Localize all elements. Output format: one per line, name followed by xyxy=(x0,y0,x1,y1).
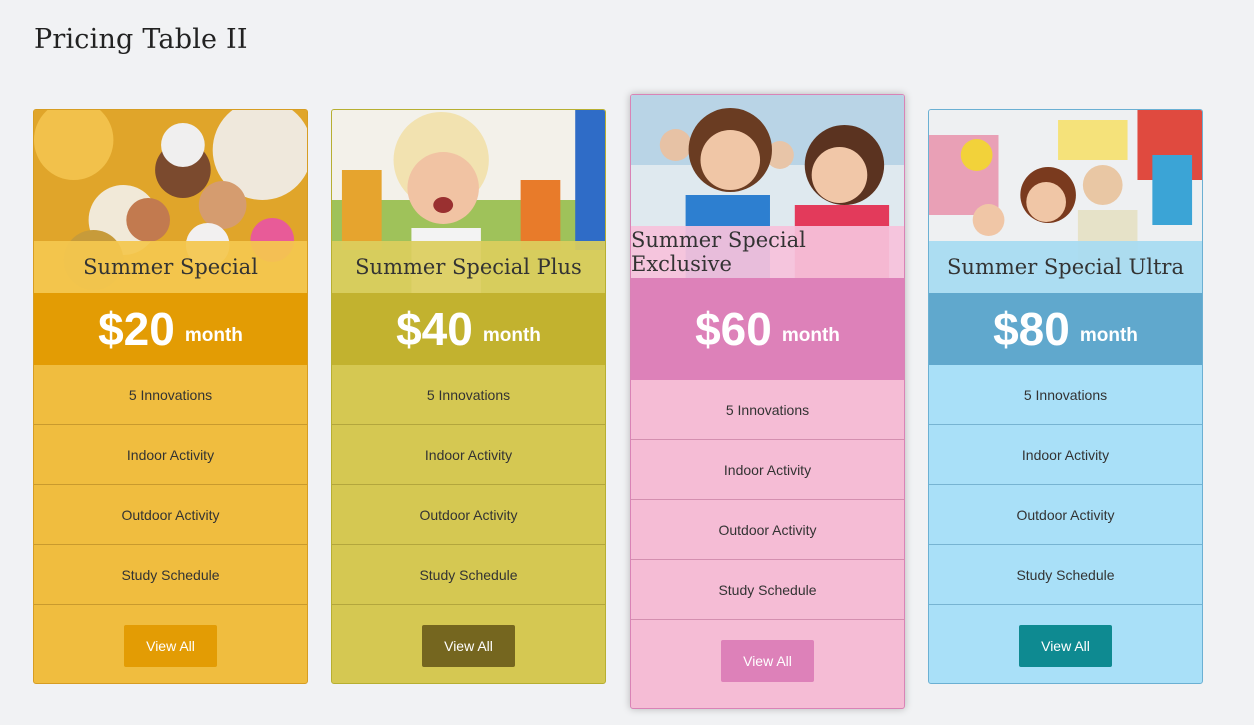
plan-name: Summer Special Plus xyxy=(332,241,605,293)
feature-item: Indoor Activity xyxy=(929,424,1202,484)
card-footer: View All xyxy=(929,604,1202,683)
feature-list: 5 Innovations Indoor Activity Outdoor Ac… xyxy=(929,365,1202,604)
feature-item: Indoor Activity xyxy=(332,424,605,484)
card-footer: View All xyxy=(631,619,904,702)
price-period: month xyxy=(482,325,541,346)
feature-list: 5 Innovations Indoor Activity Outdoor Ac… xyxy=(34,365,307,604)
price-band: $80 month xyxy=(929,293,1202,365)
price-period: month xyxy=(1079,325,1138,346)
view-all-button[interactable]: View All xyxy=(1019,625,1112,667)
feature-item: Outdoor Activity xyxy=(34,484,307,544)
pricing-card-summer-special: Summer Special $20 month 5 Innovations I… xyxy=(33,109,308,684)
feature-item: Indoor Activity xyxy=(34,424,307,484)
view-all-button[interactable]: View All xyxy=(422,625,515,667)
price-band: $60 month xyxy=(631,278,904,380)
plan-name: Summer Special Exclusive xyxy=(631,226,904,278)
feature-item: Outdoor Activity xyxy=(332,484,605,544)
feature-item: Outdoor Activity xyxy=(631,499,904,559)
pricing-card-summer-special-exclusive: Summer Special Exclusive $60 month 5 Inn… xyxy=(630,94,905,709)
plan-image: Summer Special xyxy=(34,110,307,293)
feature-list: 5 Innovations Indoor Activity Outdoor Ac… xyxy=(332,365,605,604)
plan-image: Summer Special Exclusive xyxy=(631,95,904,278)
pricing-card-summer-special-ultra: Summer Special Ultra $80 month 5 Innovat… xyxy=(928,109,1203,684)
card-footer: View All xyxy=(332,604,605,683)
feature-item: Outdoor Activity xyxy=(929,484,1202,544)
price-period: month xyxy=(184,325,243,346)
feature-item: 5 Innovations xyxy=(128,386,213,403)
feature-item: Study Schedule xyxy=(34,544,307,604)
feature-item: 5 Innovations xyxy=(426,386,511,403)
feature-list: 5 Innovations Indoor Activity Outdoor Ac… xyxy=(631,380,904,619)
plan-image: Summer Special Ultra xyxy=(929,110,1202,293)
price-amount: $80 xyxy=(993,303,1070,355)
plan-name: Summer Special Ultra xyxy=(929,241,1202,293)
page-title: Pricing Table II xyxy=(34,24,248,55)
price-amount: $40 xyxy=(396,303,473,355)
feature-item: Study Schedule xyxy=(929,544,1202,604)
view-all-button[interactable]: View All xyxy=(721,640,814,682)
card-footer: View All xyxy=(34,604,307,683)
feature-item: 5 Innovations xyxy=(725,401,810,418)
price-band: $20 month xyxy=(34,293,307,365)
price-amount: $20 xyxy=(98,303,175,355)
price-amount: $60 xyxy=(695,303,772,355)
view-all-button[interactable]: View All xyxy=(124,625,217,667)
feature-item: Indoor Activity xyxy=(631,439,904,499)
feature-item: Study Schedule xyxy=(332,544,605,604)
plan-image: Summer Special Plus xyxy=(332,110,605,293)
feature-item: Study Schedule xyxy=(631,559,904,619)
plan-name: Summer Special xyxy=(34,241,307,293)
price-band: $40 month xyxy=(332,293,605,365)
feature-item: 5 Innovations xyxy=(1023,386,1108,403)
price-period: month xyxy=(781,325,840,346)
pricing-card-summer-special-plus: Summer Special Plus $40 month 5 Innovati… xyxy=(331,109,606,684)
